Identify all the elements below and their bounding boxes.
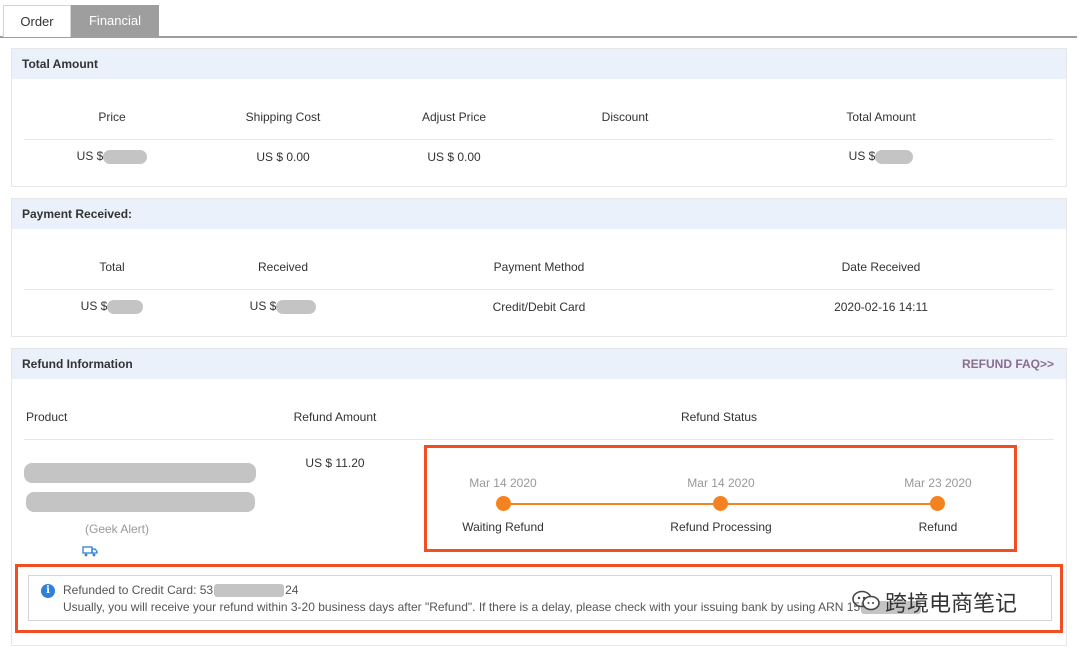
step-label-refund: Refund xyxy=(918,520,958,534)
row-divider xyxy=(24,289,1054,290)
total-amount-value: US $ xyxy=(821,149,941,164)
payment-received-header: Received xyxy=(257,260,309,274)
payment-total-header: Total xyxy=(99,260,125,274)
redacted-product-name xyxy=(24,463,256,483)
payment-received-value: US $ xyxy=(223,299,343,314)
shipping-cost-value: US $ 0.00 xyxy=(256,150,310,164)
product-header: Product xyxy=(26,410,68,424)
shipping-cost-header: Shipping Cost xyxy=(245,110,321,124)
product-tag: (Geek Alert) xyxy=(84,522,150,536)
discount-header: Discount xyxy=(601,110,649,124)
adjust-price-value: US $ 0.00 xyxy=(427,150,481,164)
step-dot-processing xyxy=(713,496,728,511)
watermark: 跨境电商笔记 xyxy=(851,586,1017,618)
step-date-refund: Mar 23 2020 xyxy=(904,476,972,490)
step-label-processing: Refund Processing xyxy=(670,520,772,534)
redacted-card-number xyxy=(214,584,285,598)
payment-total-value: US $ xyxy=(52,299,172,314)
refund-card-line: Refunded to Credit Card: 53 24 xyxy=(63,583,299,598)
refund-faq-link[interactable]: REFUND FAQ>> xyxy=(962,349,1054,379)
step-dot-waiting xyxy=(496,496,511,511)
refund-notice: i Refunded to Credit Card: 53 24 Usually,… xyxy=(28,575,1052,621)
step-date-waiting: Mar 14 2020 xyxy=(469,476,537,490)
refund-amount-header: Refund Amount xyxy=(293,410,377,424)
payment-method-header: Payment Method xyxy=(493,260,585,274)
date-received-value: 2020-02-16 14:11 xyxy=(834,300,928,314)
date-received-header: Date Received xyxy=(841,260,921,274)
tab-bar: Order Financial xyxy=(0,0,1077,38)
price-value: US $ xyxy=(52,149,172,164)
total-amount-panel: Total Amount Price Shipping Cost Adjust … xyxy=(11,48,1067,187)
redacted-product-name xyxy=(26,492,255,512)
payment-method-value: Credit/Debit Card xyxy=(492,300,586,314)
refund-information-title: Refund Information REFUND FAQ>> xyxy=(12,349,1066,379)
row-divider xyxy=(24,439,1054,440)
price-header: Price xyxy=(98,110,126,124)
refund-timeline: Mar 14 2020 Mar 14 2020 Mar 23 2020 Wait… xyxy=(424,445,1017,552)
payment-received-panel: Payment Received: Total Received Payment… xyxy=(11,198,1067,337)
tab-financial[interactable]: Financial xyxy=(71,5,159,37)
refund-notice-highlight: i Refunded to Credit Card: 53 24 Usually,… xyxy=(15,564,1063,633)
total-amount-title: Total Amount xyxy=(12,49,1066,79)
refund-delay-message: Usually, you will receive your refund wi… xyxy=(63,600,922,615)
chat-bubble-icon xyxy=(851,588,881,617)
redacted-value xyxy=(103,149,148,164)
tab-order[interactable]: Order xyxy=(3,5,71,37)
total-amount-header: Total Amount xyxy=(846,110,916,124)
step-label-waiting: Waiting Refund xyxy=(462,520,544,534)
redacted-value xyxy=(875,149,914,164)
refund-status-header: Refund Status xyxy=(680,410,758,424)
step-date-processing: Mar 14 2020 xyxy=(687,476,755,490)
info-icon: i xyxy=(41,584,55,598)
payment-received-title: Payment Received: xyxy=(12,199,1066,229)
redacted-value xyxy=(107,299,144,314)
step-dot-refund xyxy=(930,496,945,511)
shipping-truck-icon[interactable] xyxy=(82,545,98,557)
adjust-price-header: Adjust Price xyxy=(421,110,487,124)
row-divider xyxy=(24,139,1054,140)
redacted-value xyxy=(276,299,317,314)
refund-amount-value: US $ 11.20 xyxy=(305,456,365,470)
